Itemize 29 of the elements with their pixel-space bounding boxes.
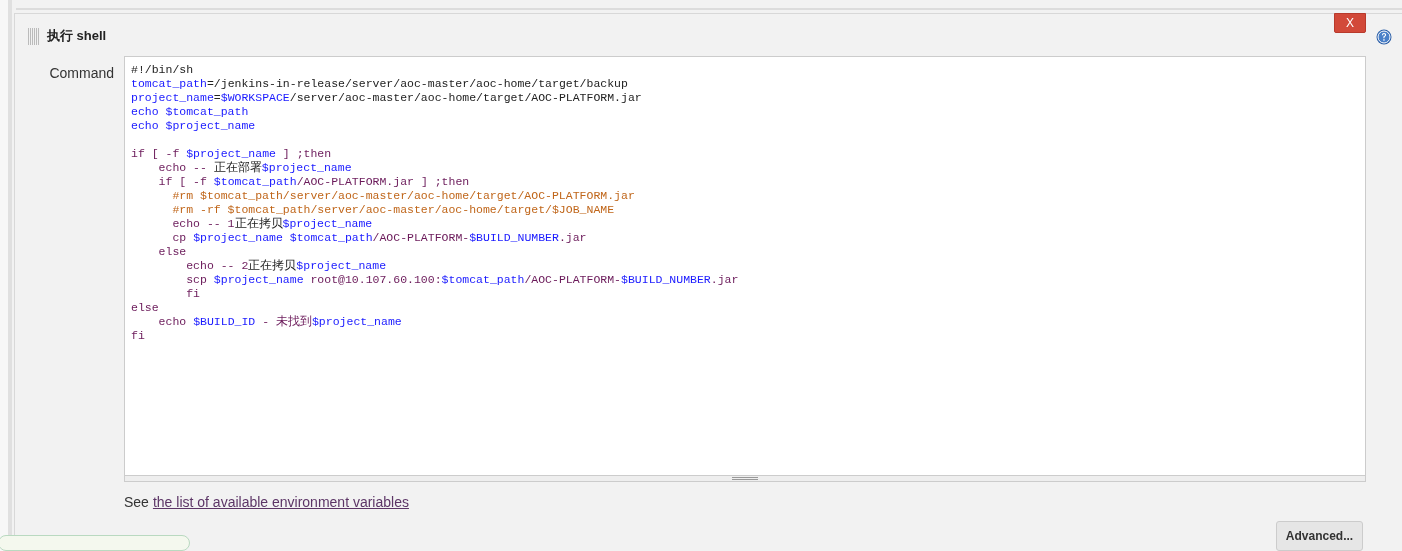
advanced-button[interactable]: Advanced... — [1276, 521, 1363, 551]
code-line: fi — [131, 329, 145, 343]
code-line: echo $tomcat_path — [131, 105, 249, 119]
environment-variables-link[interactable]: the list of available environment variables — [152, 492, 409, 513]
code-line: project_name=$WORKSPACE/server/aoc-master/aoc-home/target/AOC-PLATFORM.jar — [131, 91, 642, 105]
resize-handle[interactable] — [125, 475, 1365, 481]
help-icon[interactable] — [1376, 29, 1392, 45]
code-line: fi — [185, 287, 200, 301]
code-line: #rm -rf $tomcat_path/server/aoc-master/aoc-home/target/$JOB_NAME — [171, 203, 615, 217]
code-line: else — [131, 301, 159, 315]
field-label: Command — [49, 65, 114, 81]
code-line: echo -- 1正在拷贝$project_name — [171, 217, 373, 231]
section-title: 执行 shell — [47, 27, 107, 46]
code-line: #!/bin/sh — [131, 63, 194, 77]
code-line: #rm $tomcat_path/server/aoc-master/aoc-home/target/AOC-PLATFORM.jar — [171, 189, 635, 203]
code-line: echo -- 正在部署$project_name — [157, 161, 352, 175]
code-line: if [ -f $project_name ] ;then — [131, 147, 332, 161]
code-line: tomcat_path=/jenkins-in-release/server/aoc-master/aoc-home/target/backup — [131, 77, 628, 91]
delete-button[interactable]: X — [1334, 13, 1366, 33]
code-line: if [ -f $tomcat_path/AOC-PLATFORM.jar ] ;then — [157, 175, 470, 189]
code-line: scp $project_name root@10.107.60.100:$tomcat_path/AOC-PLATFORM-$BUILD_NUMBER.jar — [185, 273, 739, 287]
code-line: else — [157, 245, 187, 259]
code-line: cp $project_name $tomcat_path/AOC-PLATFORM-$BUILD_NUMBER.jar — [171, 231, 587, 245]
drag-handle-icon[interactable] — [28, 27, 39, 45]
code-line: echo $BUILD_ID - 未找到$project_name — [157, 315, 402, 329]
code-line: echo -- 2正在拷贝$project_name — [185, 259, 387, 273]
code-line: echo $project_name — [131, 119, 256, 133]
command-field[interactable] — [124, 56, 1366, 482]
help-text: See — [124, 493, 149, 512]
